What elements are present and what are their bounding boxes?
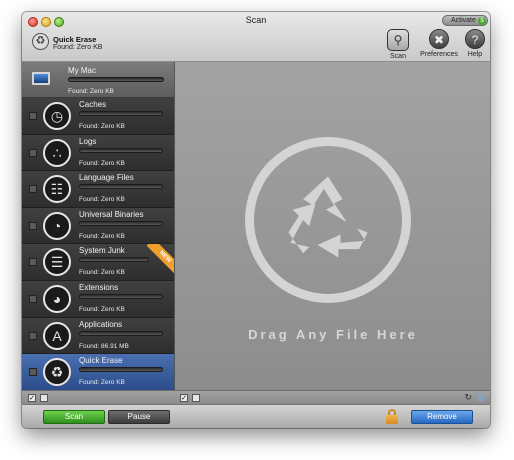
footer-bar: Scan Pause Remove	[22, 404, 490, 428]
logs-progress-bar	[79, 147, 163, 153]
language-files-progress-bar	[79, 184, 163, 190]
sidebar-bottom-bar: ✓	[22, 390, 174, 404]
system-junk-progress-bar	[79, 257, 149, 263]
gauge-icon: ◕	[43, 285, 71, 313]
activate-button[interactable]: Activate $	[442, 15, 488, 26]
quick-erase-checkbox[interactable]	[29, 368, 37, 377]
recycle-icon	[288, 176, 368, 258]
extensions-checkbox[interactable]	[29, 295, 37, 303]
activity-indicator-icon	[477, 394, 485, 402]
quick-erase-progress-bar	[79, 367, 163, 373]
applications-progress-bar	[79, 330, 163, 336]
globe-icon: ☷	[43, 175, 71, 204]
clock-icon: ◷	[43, 102, 71, 130]
universal-binaries-found: Found: Zero KB	[79, 232, 125, 240]
lock-body	[386, 415, 398, 424]
logs-icon: ∴	[43, 138, 71, 167]
window-title: Scan	[245, 15, 267, 25]
quick-erase-mode-icon: ♻	[32, 33, 49, 50]
my-mac-found: Found: Zero KB	[68, 88, 114, 95]
caches-checkbox[interactable]	[29, 112, 37, 120]
toolbar-help-button[interactable]: ? Help	[465, 29, 485, 58]
logs-label: Logs	[79, 136, 97, 146]
sidebar-item-system-junk[interactable]: ☰ System Junk Found: Zero KB NEW	[22, 244, 174, 281]
toolbar-preferences-label: Preferences	[420, 51, 458, 58]
universal-binaries-label: Universal Binaries	[79, 209, 144, 219]
sidebar-item-caches[interactable]: ◷ Caches Found: Zero KB	[22, 98, 174, 135]
new-badge: NEW	[146, 244, 174, 276]
pause-button[interactable]: Pause	[108, 410, 170, 424]
binaries-icon: ◔	[43, 211, 71, 240]
tools-icon: ✖	[429, 29, 449, 49]
my-mac-label: My Mac	[68, 66, 96, 75]
quick-erase-found: Found: Zero KB	[79, 379, 125, 387]
activate-dollar-icon: $	[478, 17, 486, 25]
drop-area[interactable]: Drag Any File Here	[174, 62, 490, 390]
sidebar-item-language-files[interactable]: ☷ Language Files Found: Zero KB	[22, 171, 174, 208]
my-mac-progress-bar	[68, 77, 164, 82]
magnifier-icon: ⚲	[387, 29, 409, 51]
title-bar: Scan Activate $ ♻ Quick Erase Found: Zer…	[22, 12, 490, 62]
toolbar-scan-button[interactable]: ⚲ Scan	[386, 29, 410, 60]
main-select-all-checkbox[interactable]: ✓	[180, 394, 188, 402]
applications-checkbox[interactable]	[29, 331, 37, 340]
universal-binaries-checkbox[interactable]	[29, 221, 37, 230]
main-bottom-bar: ✓ ↻	[174, 390, 490, 404]
toolbar-help-label: Help	[467, 51, 483, 58]
current-mode-title: Quick Erase	[53, 35, 97, 44]
drag-file-hint: Drag Any File Here	[248, 327, 418, 342]
sidebar-item-universal-binaries[interactable]: ◔ Universal Binaries Found: Zero KB	[22, 207, 174, 245]
applications-label: Applications	[79, 319, 123, 329]
universal-binaries-progress-bar	[79, 220, 163, 226]
question-icon: ?	[465, 29, 485, 49]
language-files-label: Language Files	[79, 173, 134, 183]
caches-label: Caches	[79, 100, 107, 109]
refresh-icon[interactable]: ↻	[464, 392, 472, 403]
extensions-found: Found: Zero KB	[79, 306, 125, 313]
toolbar-scan-label: Scan	[390, 53, 406, 60]
main-select-none-checkbox[interactable]	[192, 394, 200, 402]
toolbar-preferences-button[interactable]: ✖ Preferences	[417, 29, 461, 58]
system-junk-found: Found: Zero KB	[79, 269, 125, 277]
lock-icon[interactable]	[386, 409, 398, 424]
applications-found: Found: 86.91 MB	[79, 342, 129, 350]
applications-icon: A	[43, 321, 71, 350]
caches-found: Found: Zero KB	[79, 123, 125, 130]
select-none-checkbox[interactable]	[40, 394, 48, 402]
language-files-checkbox[interactable]	[29, 185, 37, 194]
sidebar: My Mac Found: Zero KB ◷ Caches Found: Ze…	[22, 62, 174, 391]
quick-erase-label: Quick Erase	[79, 356, 123, 366]
extensions-label: Extensions	[79, 283, 119, 292]
activate-label: Activate	[451, 17, 476, 24]
scan-button[interactable]: Scan	[43, 410, 105, 424]
sidebar-item-applications[interactable]: A Applications Found: 86.91 MB	[22, 317, 174, 355]
system-junk-label: System Junk	[79, 246, 125, 256]
remove-button[interactable]: Remove	[411, 410, 473, 424]
recycle-icon: ♻	[43, 358, 71, 387]
select-all-checkbox[interactable]: ✓	[28, 394, 36, 402]
sidebar-item-my-mac[interactable]: My Mac Found: Zero KB	[22, 62, 174, 98]
language-files-found: Found: Zero KB	[79, 196, 125, 204]
sidebar-item-extensions[interactable]: ◕ Extensions Found: Zero KB	[22, 281, 174, 318]
system-junk-icon: ☰	[43, 248, 71, 277]
logs-found: Found: Zero KB	[79, 159, 125, 167]
app-window: Scan Activate $ ♻ Quick Erase Found: Zer…	[22, 12, 490, 428]
sidebar-item-quick-erase[interactable]: ♻ Quick Erase Found: Zero KB	[22, 354, 174, 391]
monitor-icon	[32, 72, 50, 85]
current-mode-found: Found: Zero KB	[53, 44, 103, 51]
sidebar-item-logs[interactable]: ∴ Logs Found: Zero KB	[22, 134, 174, 172]
extensions-progress-bar	[79, 294, 163, 299]
caches-progress-bar	[79, 111, 163, 116]
recycle-drop-icon	[245, 137, 411, 303]
logs-checkbox[interactable]	[29, 148, 37, 157]
system-junk-checkbox[interactable]	[29, 258, 37, 267]
